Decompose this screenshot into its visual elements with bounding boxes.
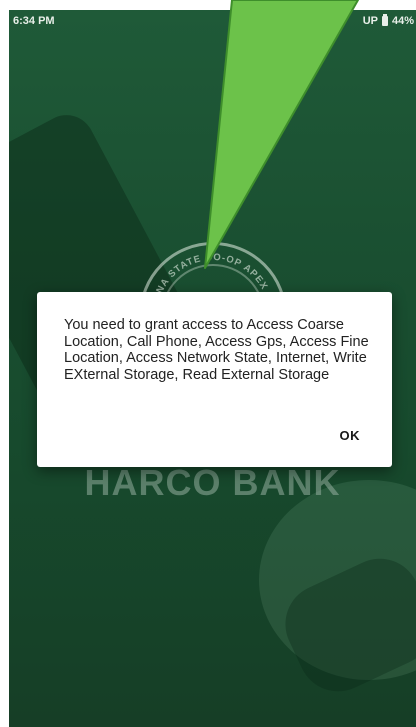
ok-button[interactable]: OK	[334, 424, 367, 447]
status-bar: 6:34 PM UP 44%	[9, 10, 416, 32]
battery-level: 44%	[391, 15, 414, 27]
dialog-message: You need to grant access to Access Coars…	[64, 317, 369, 383]
screenshot-frame: ANA STATE CO-OP APEX B HARCO BANK 6:34 P…	[0, 0, 416, 727]
status-time: 6:34 PM	[13, 15, 55, 27]
permission-dialog: You need to grant access to Access Coars…	[37, 292, 392, 467]
status-indicators: UP 44%	[362, 14, 414, 27]
battery-icon	[381, 14, 388, 26]
bank-name-title: HARCO BANK	[84, 462, 341, 503]
network-status: UP	[362, 15, 378, 27]
